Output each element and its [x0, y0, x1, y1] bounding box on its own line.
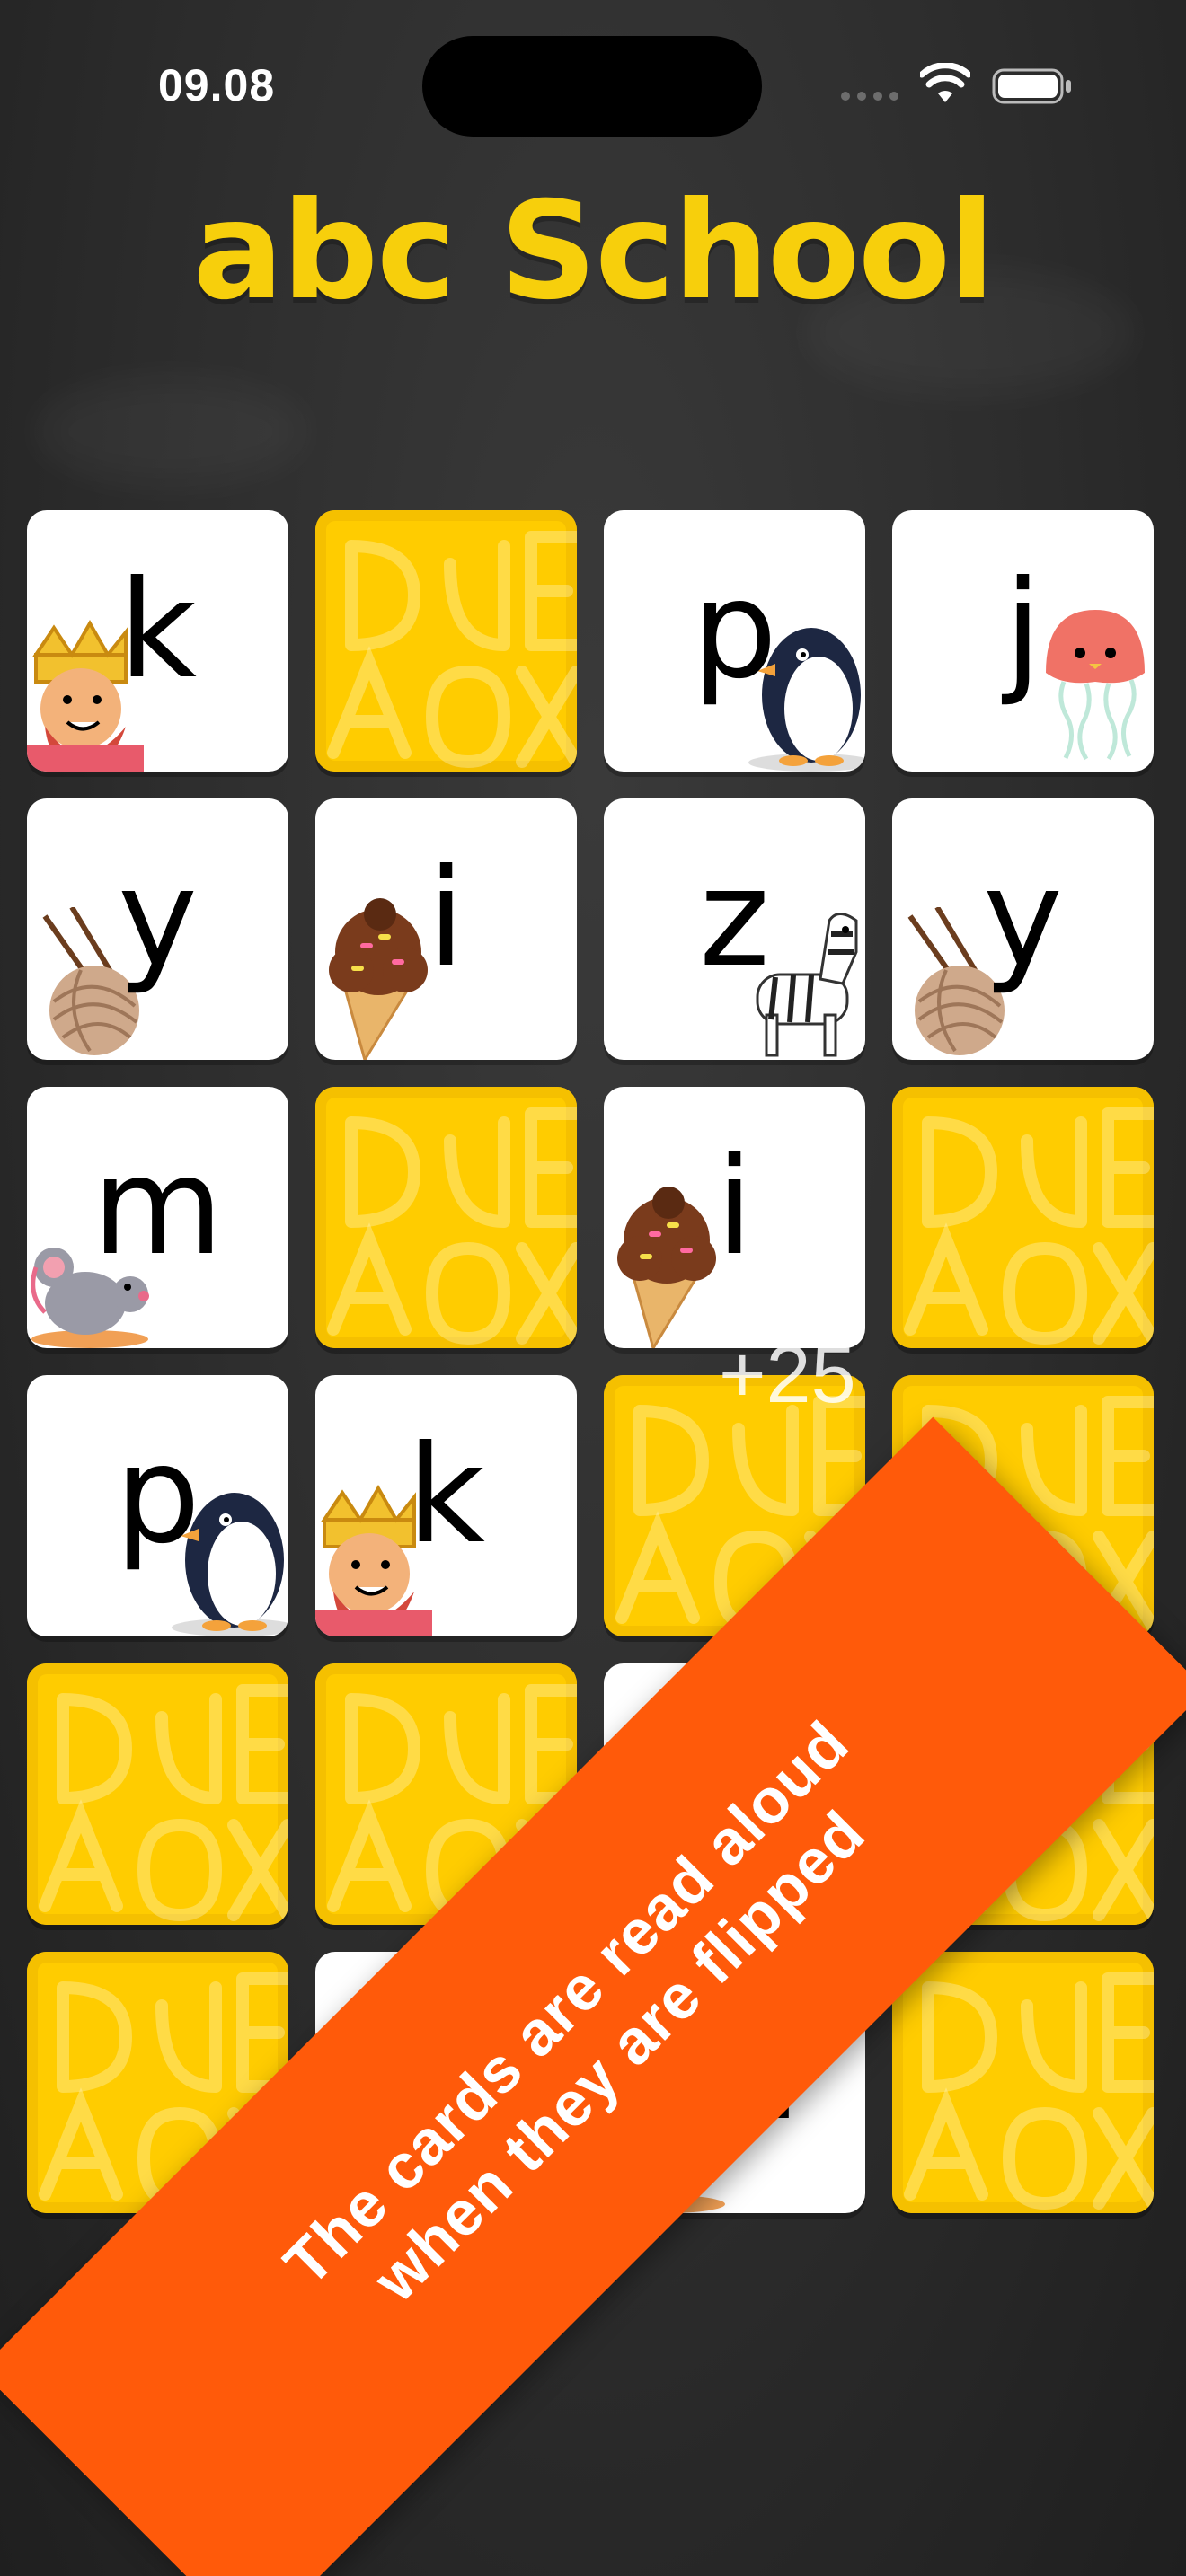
ice-cream-icon	[315, 880, 441, 1060]
battery-icon	[992, 68, 1071, 104]
memory-card-zebra[interactable]: z	[604, 798, 865, 1060]
cellular-signal-icon	[841, 92, 904, 102]
card-letter: y	[118, 840, 198, 997]
memory-card-king[interactable]: k	[315, 1375, 577, 1636]
card-back-pattern-icon	[892, 1952, 1154, 2213]
memory-card-face-down[interactable]	[315, 510, 577, 772]
card-letter: m	[92, 1128, 224, 1285]
memory-card-penguin[interactable]: p	[27, 1375, 288, 1636]
jellyfish-icon	[1037, 592, 1154, 772]
memory-card-face-down[interactable]	[27, 1663, 288, 1925]
card-letter: k	[407, 1416, 485, 1574]
memory-card-yarn[interactable]: y	[27, 798, 288, 1060]
memory-card-face-down[interactable]	[892, 1087, 1154, 1348]
card-letter: i	[715, 1128, 754, 1285]
memory-card-jellyfish[interactable]: j	[892, 510, 1154, 772]
memory-card-ice-cream[interactable]: i	[315, 798, 577, 1060]
ice-cream-icon	[604, 1169, 730, 1348]
card-back-pattern-icon	[315, 510, 577, 772]
card-letter: j	[1004, 551, 1042, 709]
card-letter: z	[699, 840, 770, 997]
memory-card-king[interactable]: k	[27, 510, 288, 772]
memory-card-penguin[interactable]: p	[604, 510, 865, 772]
memory-card-ice-cream[interactable]: i	[604, 1087, 865, 1348]
memory-card-mouse[interactable]: m	[27, 1087, 288, 1348]
card-letter: k	[119, 551, 197, 709]
status-time: 09.08	[158, 60, 276, 110]
card-letter: p	[114, 1416, 201, 1574]
memory-card-face-down[interactable]	[315, 1087, 577, 1348]
card-back-pattern-icon	[892, 1087, 1154, 1348]
dynamic-island	[422, 36, 762, 137]
card-back-pattern-icon	[27, 1663, 288, 1925]
app-title: abc School	[192, 173, 996, 330]
card-letter: i	[427, 840, 465, 997]
score-popup: +25	[719, 1330, 856, 1420]
wifi-icon	[920, 63, 970, 102]
memory-card-yarn[interactable]: y	[892, 798, 1154, 1060]
card-letter: y	[983, 840, 1063, 997]
status-bar: 09.08	[0, 0, 1186, 171]
card-back-pattern-icon	[315, 1087, 577, 1348]
memory-card-face-down[interactable]	[892, 1952, 1154, 2213]
card-letter: p	[691, 551, 778, 709]
